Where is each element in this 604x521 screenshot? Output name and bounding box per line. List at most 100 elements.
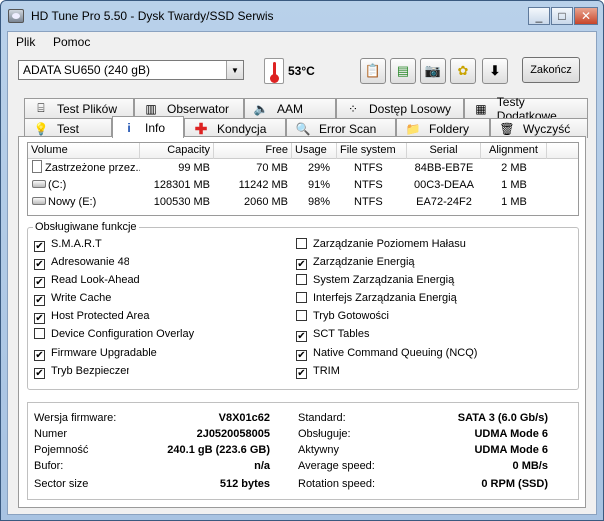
exit-button[interactable]: Zakończ	[522, 57, 580, 83]
free-value: 11242 MB	[238, 179, 288, 191]
tab-wyczysc[interactable]: 🗑 Wyczyść	[490, 118, 588, 138]
checkbox[interactable]: ✔	[296, 350, 307, 361]
options-icon: ✿	[457, 63, 469, 78]
feature-firmware-upgradable[interactable]: ✔ Firmware Upgradable	[34, 345, 157, 362]
checkbox[interactable]	[296, 274, 307, 285]
feature-write-cache[interactable]: ✔ Write Cache	[34, 290, 111, 307]
feature-read-look-ahead[interactable]: ✔ Read Look-Ahead	[34, 272, 140, 289]
checkbox[interactable]: ✔	[34, 259, 45, 270]
column-alignment[interactable]: Alignment	[481, 143, 547, 159]
checkbox[interactable]: ✔	[34, 295, 45, 306]
tab-test-plikow[interactable]: ⌸ Test Plików	[24, 98, 134, 118]
chevron-down-icon[interactable]: ▼	[226, 61, 243, 79]
file-test-icon: ⌸	[37, 101, 45, 115]
feature-sct-tables[interactable]: ✔ SCT Tables	[296, 326, 369, 343]
feature-power-management[interactable]: ✔ Zarządzanie Energią	[296, 254, 415, 271]
checkbox[interactable]: ✔	[296, 259, 307, 270]
feature-power-management-interface[interactable]: Interfejs Zarządzania Energią	[296, 290, 457, 307]
random-access-icon: ⁘	[347, 101, 359, 116]
feature-trim[interactable]: ✔ TRIM	[296, 363, 340, 380]
download-button[interactable]: ⬇	[482, 58, 508, 84]
menu-plik[interactable]: Plik	[16, 35, 35, 49]
buffer-value: n/a	[254, 460, 270, 472]
firmware-value: V8X01c62	[218, 412, 270, 424]
copy-button[interactable]: 📋	[360, 58, 386, 84]
close-button[interactable]: ✕	[574, 7, 598, 25]
menu-pomoc[interactable]: Pomoc	[53, 35, 90, 49]
supported-mode-value: UDMA Mode 6	[474, 428, 548, 440]
table-header: Volume Capacity Free Usage File system S…	[28, 143, 578, 159]
column-file-system[interactable]: File system	[337, 143, 407, 159]
tab-obserwator[interactable]: ▥ Obserwator	[134, 98, 244, 118]
tab-aam[interactable]: 🔈 AAM	[244, 98, 336, 118]
checkbox[interactable]	[34, 328, 45, 339]
feature-host-protected-area[interactable]: ✔ Host Protected Area	[34, 308, 149, 325]
tab-foldery[interactable]: 📁 Foldery	[396, 118, 490, 138]
app-window: HD Tune Pro 5.50 - Dysk Twardy/SSD Serwi…	[0, 0, 604, 521]
options-button[interactable]: ✿	[450, 58, 476, 84]
checkbox[interactable]	[296, 310, 307, 321]
drive-icon	[32, 197, 46, 205]
checkbox[interactable]: ✔	[34, 350, 45, 361]
column-usage[interactable]: Usage	[292, 143, 337, 159]
tab-dostep-losowy[interactable]: ⁘ Dostęp Losowy	[336, 98, 464, 118]
drive-icon	[32, 180, 46, 188]
column-serial[interactable]: Serial	[407, 143, 481, 159]
column-capacity[interactable]: Capacity	[140, 143, 214, 159]
usage-value: 29%	[307, 162, 330, 174]
checkbox[interactable]	[296, 292, 307, 303]
minimize-button[interactable]: _	[528, 7, 550, 25]
file-icon	[32, 160, 42, 173]
capacity-value: 100530 MB	[153, 196, 210, 208]
checkbox[interactable]	[296, 238, 307, 249]
partition-table: Volume Capacity Free Usage File system S…	[27, 142, 579, 216]
tab-testy-dodatkowe[interactable]: ▦ Testy Dodatkowe	[464, 95, 588, 123]
rotation-speed-value: 0 RPM (SSD)	[481, 478, 548, 490]
title-bar[interactable]: HD Tune Pro 5.50 - Dysk Twardy/SSD Serwi…	[1, 1, 603, 31]
features-title: Obsługiwane funkcje	[33, 221, 139, 233]
checkbox[interactable]: ✔	[34, 368, 45, 379]
average-speed-label: Average speed:	[298, 460, 375, 472]
checkbox[interactable]: ✔	[34, 241, 45, 252]
checkbox[interactable]: ✔	[34, 277, 45, 288]
active-mode-value: UDMA Mode 6	[474, 444, 548, 456]
feature-security-mode[interactable]: ✔Tryb Bezpieczeństwa	[34, 363, 129, 380]
tab-info[interactable]: i Info	[112, 116, 184, 138]
alignment-value: 2 MB	[501, 162, 527, 174]
column-free[interactable]: Free	[214, 143, 292, 159]
capacity-value: 128301 MB	[153, 179, 210, 191]
checkbox[interactable]: ✔	[34, 313, 45, 324]
tab-error-scan[interactable]: 🔍 Error Scan	[286, 118, 396, 138]
thermometer-icon	[264, 58, 284, 84]
drive-select[interactable]: ADATA SU650 (240 gB) ▼	[18, 60, 244, 80]
maximize-button[interactable]: □	[551, 7, 573, 25]
table-row[interactable]: Zastrzeżone przez... 99 MB 70 MB 29% NTF…	[28, 160, 578, 177]
feature-48bit-address[interactable]: ✔ Adresowanie 48	[34, 254, 129, 271]
tab-test[interactable]: 💡 Test	[24, 118, 112, 138]
checkbox[interactable]: ✔	[296, 368, 307, 379]
save-button[interactable]: ▤	[390, 58, 416, 84]
table-row[interactable]: (C:) 128301 MB 11242 MB 91% NTFS 00C3-DE…	[28, 177, 578, 194]
fs-value: NTFS	[354, 179, 383, 191]
toolbar: ADATA SU650 (240 gB) ▼ 53°C 📋 ▤ 📷 ✿ ⬇ Za…	[8, 54, 596, 88]
screenshot-button[interactable]: 📷	[420, 58, 446, 84]
feature-smart[interactable]: ✔ S.M.A.R.T	[34, 236, 129, 253]
checkbox[interactable]: ✔	[296, 331, 307, 342]
rotation-speed-label: Rotation speed:	[298, 478, 376, 490]
feature-acoustic-management[interactable]: Zarządzanie Poziomem Hałasu	[296, 236, 466, 253]
camera-icon: 📷	[424, 63, 442, 78]
health-icon: ✚	[194, 120, 208, 138]
feature-ncq[interactable]: ✔ Native Command Queuing (NCQ)	[296, 345, 477, 362]
tab-kondycja[interactable]: ✚ Kondycja	[184, 118, 286, 138]
copy-icon: 📋	[364, 63, 382, 78]
feature-device-configuration-overlay[interactable]: Device Configuration Overlay	[34, 326, 194, 343]
standard-label: Standard:	[298, 412, 346, 424]
speaker-icon: 🔈	[253, 101, 269, 116]
column-volume[interactable]: Volume	[28, 143, 140, 159]
benchmark-icon: 💡	[33, 121, 49, 136]
serial-number-value: 2J0520058005	[196, 428, 270, 440]
monitor-icon: ▥	[145, 101, 157, 116]
feature-advanced-power-management[interactable]: System Zarządzania Energią	[296, 272, 454, 289]
table-row[interactable]: Nowy (E:) 100530 MB 2060 MB 98% NTFS EA7…	[28, 194, 578, 211]
feature-standby-mode[interactable]: Tryb Gotowości	[296, 308, 389, 325]
